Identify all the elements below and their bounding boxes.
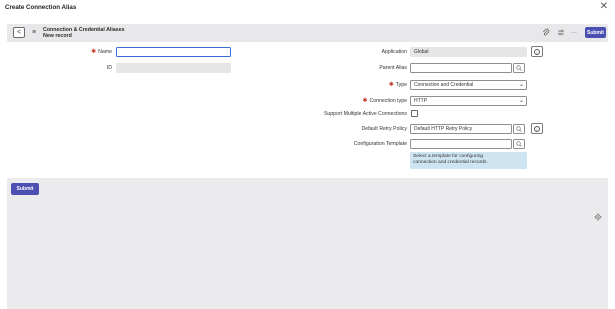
submit-button-header[interactable]: Submit bbox=[585, 27, 606, 38]
search-icon bbox=[516, 141, 522, 147]
connection-type-label: ✱ Connection type bbox=[362, 98, 407, 104]
modal-title: Create Connection Alias bbox=[5, 4, 77, 11]
parent-alias-lookup-button[interactable] bbox=[513, 63, 525, 73]
chevron-down-icon: ⌄ bbox=[518, 98, 524, 104]
connection-type-select[interactable]: HTTP ⌄ bbox=[410, 96, 527, 106]
application-field: Global bbox=[410, 47, 527, 57]
required-icon: ✱ bbox=[388, 82, 394, 88]
sliders-icon[interactable] bbox=[557, 28, 565, 37]
more-icon[interactable]: ··· bbox=[571, 29, 577, 37]
gear-icon[interactable] bbox=[594, 213, 602, 221]
default-retry-policy-label: Default Retry Policy bbox=[361, 126, 407, 132]
info-icon: i bbox=[534, 48, 540, 55]
application-info-button[interactable]: i bbox=[531, 46, 543, 57]
configuration-template-input[interactable] bbox=[410, 139, 512, 149]
submit-button-footer[interactable]: Submit bbox=[11, 183, 39, 195]
info-icon: i bbox=[534, 125, 540, 132]
chevron-down-icon: ⌄ bbox=[518, 82, 524, 88]
related-lists-area bbox=[7, 178, 608, 309]
type-label: ✱ Type bbox=[388, 82, 407, 88]
id-field bbox=[116, 63, 231, 73]
menu-icon[interactable]: ≡ bbox=[32, 29, 36, 36]
close-icon[interactable]: ✕ bbox=[600, 1, 608, 13]
support-multiple-checkbox[interactable] bbox=[411, 110, 418, 117]
configuration-template-label: Configuration Template bbox=[353, 141, 407, 147]
parent-alias-label: Parent Alias bbox=[379, 65, 407, 71]
required-icon: ✱ bbox=[362, 98, 368, 104]
back-button[interactable]: < bbox=[13, 27, 25, 38]
paperclip-icon[interactable] bbox=[542, 28, 550, 37]
parent-alias-input[interactable] bbox=[410, 63, 512, 73]
configuration-template-help: Select a template for configuring connec… bbox=[410, 152, 527, 169]
name-input[interactable] bbox=[116, 47, 231, 57]
search-icon bbox=[516, 65, 522, 71]
support-multiple-label: Support Multiple Active Connections bbox=[323, 111, 407, 117]
application-label: Application bbox=[381, 49, 407, 55]
configuration-template-lookup-button[interactable] bbox=[513, 139, 525, 149]
form-header: < ≡ Connection & Credential Aliases New … bbox=[7, 24, 608, 42]
id-label: ID bbox=[106, 65, 112, 71]
required-icon: ✱ bbox=[91, 49, 97, 55]
default-retry-policy-info-button[interactable]: i bbox=[531, 123, 543, 134]
search-icon bbox=[516, 126, 522, 132]
chevron-left-icon: < bbox=[16, 29, 22, 36]
name-label: ✱ Name bbox=[91, 49, 112, 55]
type-select[interactable]: Connection and Credential ⌄ bbox=[410, 80, 527, 90]
default-retry-policy-input[interactable]: Default HTTP Retry Policy bbox=[410, 124, 512, 134]
form-subtitle: New record bbox=[43, 33, 72, 39]
default-retry-policy-lookup-button[interactable] bbox=[513, 124, 525, 134]
